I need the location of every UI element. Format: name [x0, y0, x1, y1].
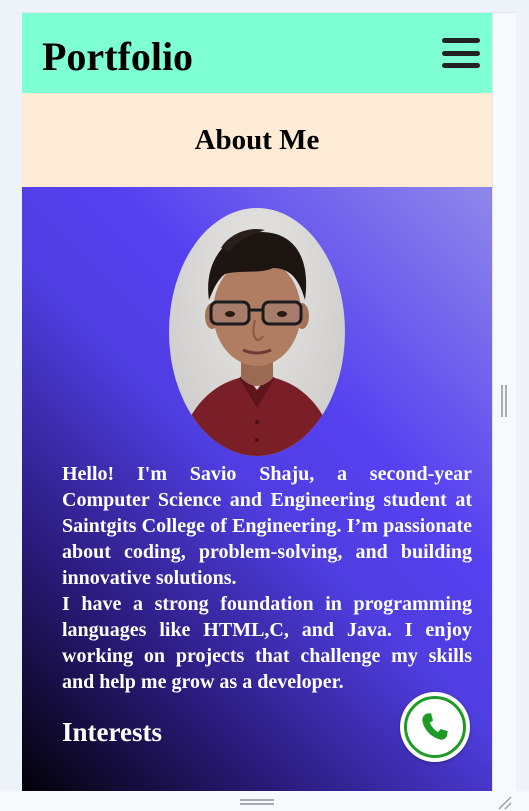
side-panel-drag-handle[interactable]: [501, 385, 507, 417]
bottom-drag-handle[interactable]: [240, 799, 274, 805]
about-description: Hello! I'm Savio Shaju, a second-year Co…: [62, 461, 472, 695]
site-logo[interactable]: Portfolio: [42, 33, 193, 80]
site-header: Portfolio: [22, 13, 492, 93]
profile-photo-illustration: [179, 228, 335, 456]
hamburger-menu-icon[interactable]: [442, 38, 480, 68]
profile-photo: [169, 208, 345, 456]
about-paragraph-skills: I have a strong foundation in programmin…: [62, 593, 472, 693]
hamburger-bar: [442, 38, 480, 43]
about-paragraph-intro: Hello! I'm Savio Shaju, a second-year Co…: [62, 463, 472, 589]
call-button[interactable]: [400, 692, 470, 762]
page-title: About Me: [194, 123, 320, 156]
hamburger-bar: [442, 63, 480, 68]
page-viewport: Portfolio About Me Hello! I'm Savio Shaj…: [22, 13, 492, 791]
section-header: About Me: [22, 93, 492, 187]
hamburger-bar: [442, 50, 480, 56]
call-button-ring: [404, 696, 466, 758]
resize-grip-icon[interactable]: [496, 794, 512, 810]
phone-icon: [422, 713, 448, 740]
